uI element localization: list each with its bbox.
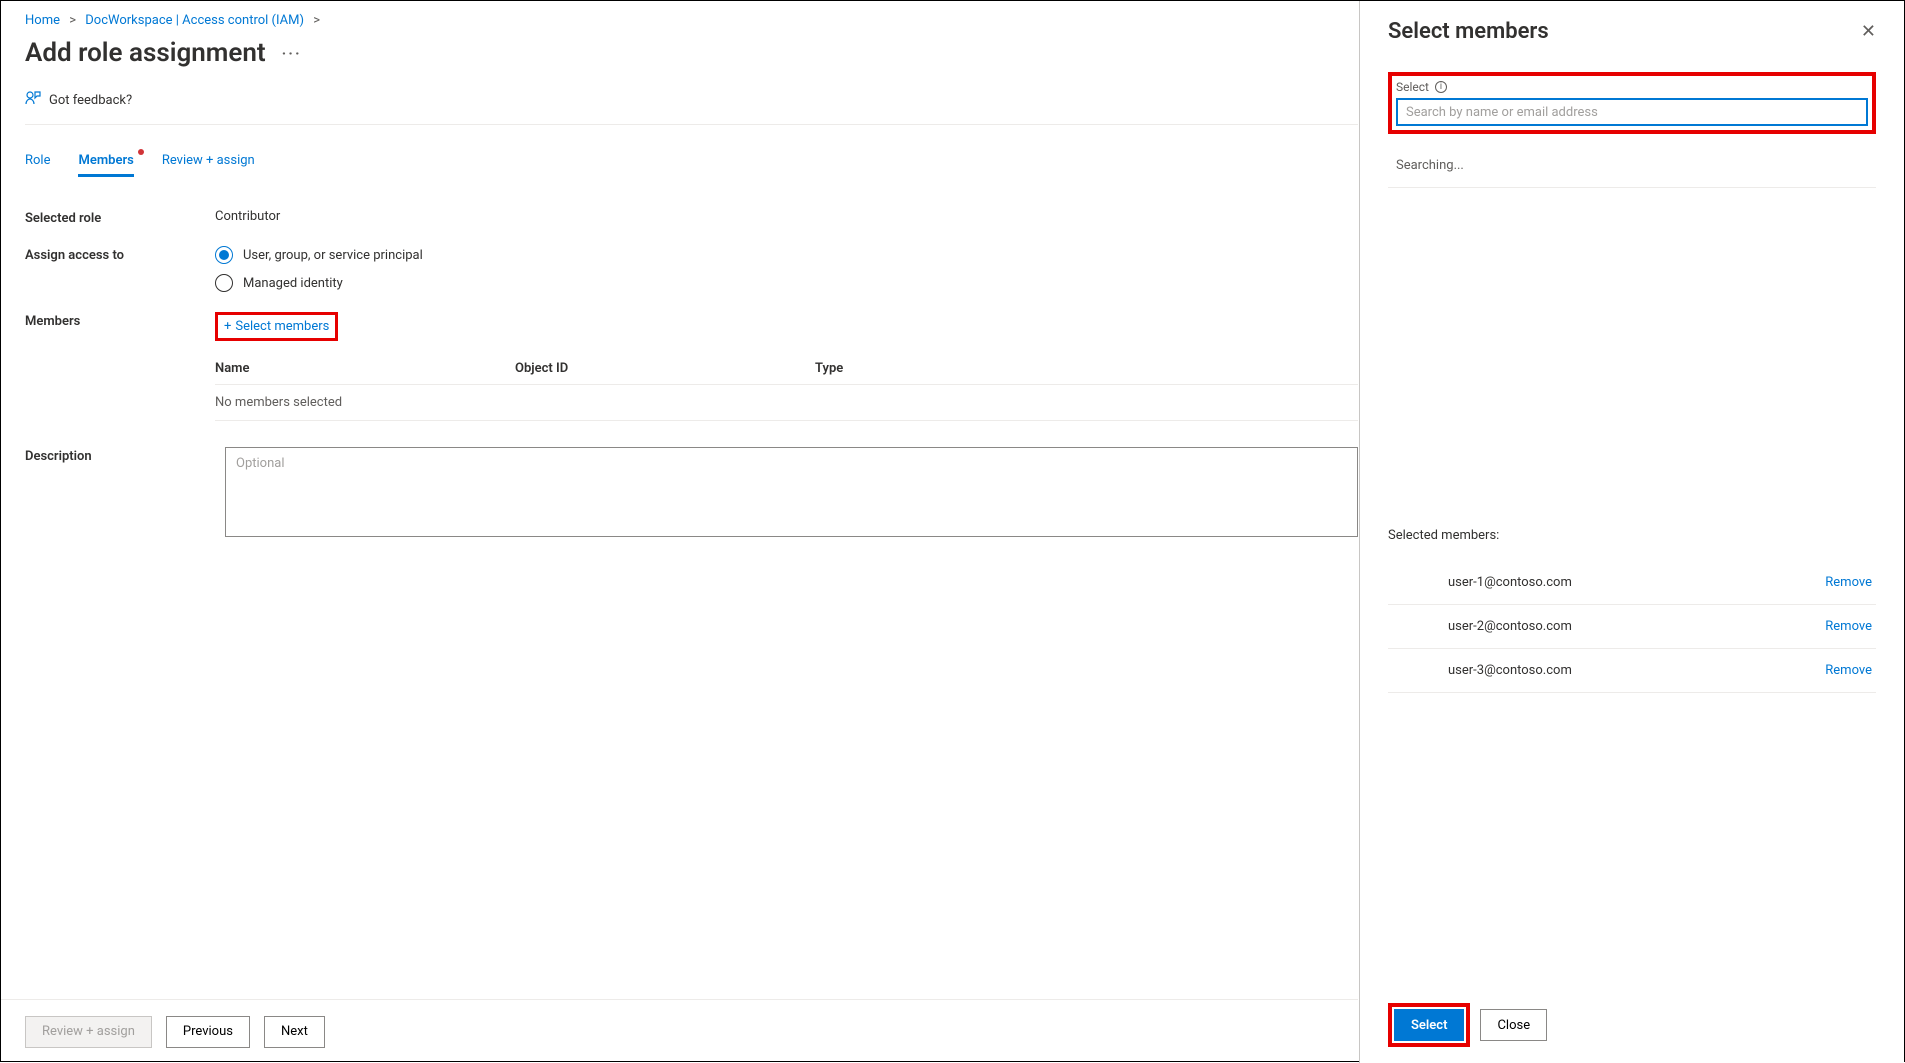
table-header: Name Object ID Type — [215, 361, 1358, 385]
close-button[interactable]: Close — [1480, 1009, 1547, 1041]
remove-member-link[interactable]: Remove — [1825, 575, 1872, 590]
member-name: user-3@contoso.com — [1448, 663, 1572, 678]
more-icon[interactable]: ··· — [282, 44, 302, 63]
table-empty-message: No members selected — [215, 385, 1358, 421]
select-button[interactable]: Select — [1394, 1009, 1464, 1041]
members-table: Name Object ID Type No members selected — [215, 361, 1358, 421]
select-label-row: Select i — [1396, 80, 1868, 94]
selected-member-item: user-3@contoso.com Remove — [1388, 649, 1876, 693]
assign-access-label: Assign access to — [25, 246, 215, 263]
member-name: user-2@contoso.com — [1448, 619, 1572, 634]
feedback-label: Got feedback? — [49, 93, 132, 108]
selected-member-item: user-2@contoso.com Remove — [1388, 605, 1876, 649]
tab-role[interactable]: Role — [25, 153, 50, 177]
chevron-right-icon: > — [313, 13, 320, 28]
row-description: Description — [25, 447, 1358, 537]
select-members-label: Select members — [235, 319, 329, 334]
search-input[interactable] — [1396, 98, 1868, 126]
radio-icon — [215, 274, 233, 292]
review-assign-button: Review + assign — [25, 1016, 152, 1048]
feedback-link[interactable]: Got feedback? — [25, 90, 1358, 125]
tab-indicator-dot — [138, 149, 144, 155]
selected-role-label: Selected role — [25, 209, 215, 226]
main-content: Home > DocWorkspace | Access control (IA… — [1, 1, 1358, 1063]
close-icon[interactable]: ✕ — [1861, 21, 1876, 42]
panel-title: Select members — [1388, 19, 1549, 44]
select-button-highlight: Select — [1388, 1003, 1470, 1047]
selected-role-value: Contributor — [215, 209, 1358, 224]
row-members: Members + Select members — [25, 312, 1358, 341]
chevron-right-icon: > — [69, 13, 76, 28]
page-title-row: Add role assignment ··· — [25, 38, 1358, 68]
radio-icon — [215, 246, 233, 264]
footer-bar: Review + assign Previous Next — [1, 999, 1358, 1063]
radio-user-group-sp[interactable]: User, group, or service principal — [215, 246, 1358, 264]
row-selected-role: Selected role Contributor — [25, 209, 1358, 226]
search-highlight: Select i — [1388, 72, 1876, 134]
searching-status: Searching... — [1388, 144, 1876, 188]
radio-label: Managed identity — [243, 276, 343, 291]
col-name: Name — [215, 361, 515, 376]
col-object-id: Object ID — [515, 361, 815, 376]
info-icon[interactable]: i — [1435, 81, 1447, 93]
tab-review[interactable]: Review + assign — [162, 153, 255, 177]
selected-members-heading: Selected members: — [1388, 528, 1876, 543]
radio-managed-identity[interactable]: Managed identity — [215, 274, 1358, 292]
tab-members-label: Members — [78, 153, 133, 168]
members-label: Members — [25, 312, 215, 329]
select-members-panel: Select members ✕ Select i Searching... S… — [1359, 1, 1904, 1063]
description-label: Description — [25, 447, 215, 464]
breadcrumb-home[interactable]: Home — [25, 13, 60, 28]
panel-header: Select members ✕ — [1388, 19, 1876, 44]
select-field-row: Select i — [1396, 80, 1868, 126]
tab-members[interactable]: Members — [78, 153, 133, 177]
breadcrumb-scope[interactable]: DocWorkspace | Access control (IAM) — [85, 13, 304, 28]
radio-label: User, group, or service principal — [243, 248, 423, 263]
description-input[interactable] — [225, 447, 1358, 537]
selected-member-item: user-1@contoso.com Remove — [1388, 561, 1876, 605]
form-area: Selected role Contributor Assign access … — [25, 209, 1358, 537]
plus-icon: + — [224, 319, 231, 334]
breadcrumb: Home > DocWorkspace | Access control (IA… — [25, 13, 1358, 28]
selected-members-list: user-1@contoso.com Remove user-2@contoso… — [1388, 561, 1876, 693]
row-assign-access: Assign access to User, group, or service… — [25, 246, 1358, 292]
previous-button[interactable]: Previous — [166, 1016, 250, 1048]
remove-member-link[interactable]: Remove — [1825, 663, 1872, 678]
next-button[interactable]: Next — [264, 1016, 325, 1048]
feedback-icon — [25, 90, 41, 110]
remove-member-link[interactable]: Remove — [1825, 619, 1872, 634]
select-members-link[interactable]: + Select members — [218, 315, 335, 338]
assign-access-radio-group: User, group, or service principal Manage… — [215, 246, 1358, 292]
select-label: Select — [1396, 80, 1429, 94]
selected-members-section: Selected members: user-1@contoso.com Rem… — [1388, 528, 1876, 693]
col-type: Type — [815, 361, 1358, 376]
panel-footer: Select Close — [1388, 1003, 1547, 1047]
tabs: Role Members Review + assign — [25, 153, 1358, 177]
page-title: Add role assignment — [25, 38, 266, 68]
member-name: user-1@contoso.com — [1448, 575, 1572, 590]
